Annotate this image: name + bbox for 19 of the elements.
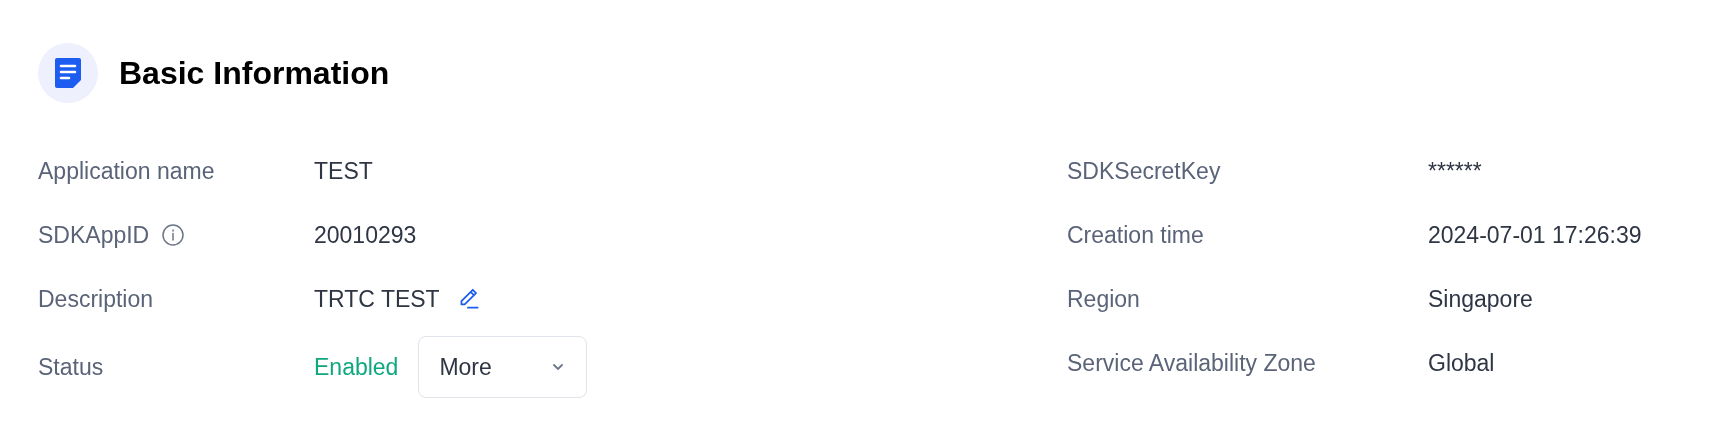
field-label: Region — [1067, 284, 1140, 314]
info-icon[interactable] — [161, 223, 186, 247]
field-value: 2024-07-01 17:26:39 — [1428, 220, 1642, 250]
field-value: ****** — [1428, 156, 1482, 186]
field-value: 20010293 — [314, 220, 417, 250]
field-label: SDKAppID — [38, 220, 150, 250]
field-label: Service Availability Zone — [1067, 348, 1316, 378]
field-value: Global — [1428, 348, 1495, 378]
field-label: Application name — [38, 156, 215, 186]
section-title: Basic Information — [119, 54, 390, 93]
field-label: Status — [38, 352, 104, 382]
field-value: TEST — [314, 156, 373, 186]
field-label: Creation time — [1067, 220, 1204, 250]
field-label: Description — [38, 284, 154, 314]
status-text: Enabled — [314, 352, 399, 382]
field-value: TRTC TEST — [314, 284, 440, 314]
field-label: SDKSecretKey — [1067, 156, 1221, 186]
more-dropdown[interactable]: More — [418, 336, 588, 398]
field-value: Singapore — [1428, 284, 1533, 314]
